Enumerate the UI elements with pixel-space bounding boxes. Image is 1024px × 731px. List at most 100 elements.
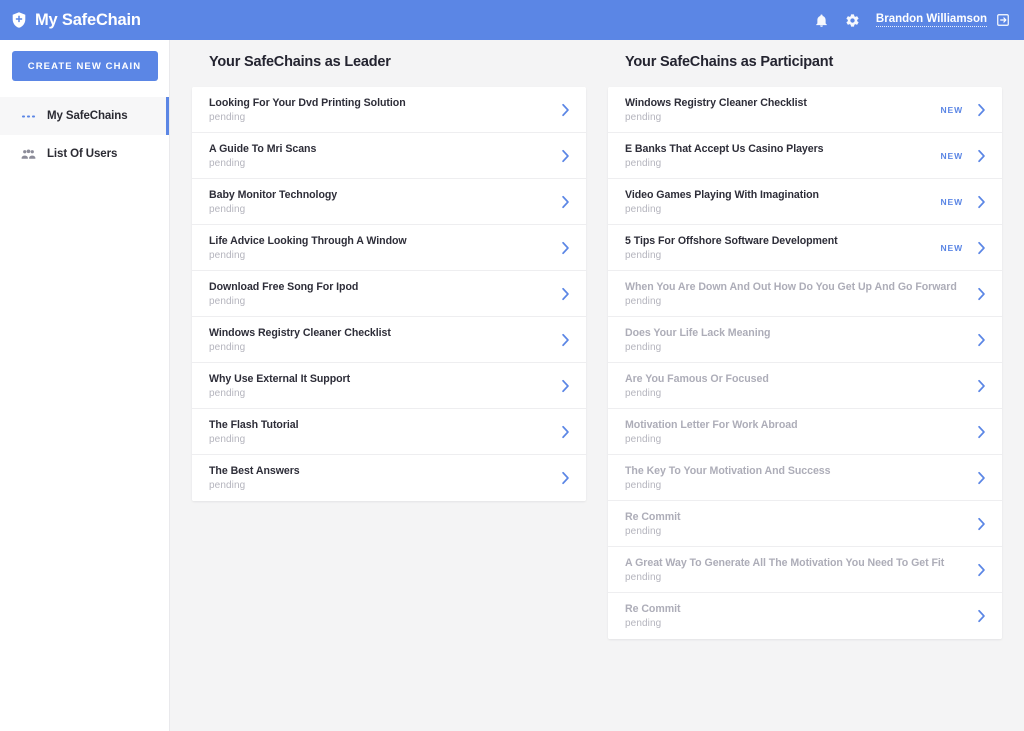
- chain-status: pending: [625, 479, 662, 491]
- chain-row[interactable]: Re Commit pending: [608, 501, 1002, 547]
- chain-row[interactable]: Windows Registry Cleaner Checklist pendin…: [608, 87, 1002, 133]
- chevron-right-icon[interactable]: [561, 287, 570, 301]
- chevron-right-icon[interactable]: [977, 379, 986, 393]
- chevron-right-icon[interactable]: [561, 333, 570, 347]
- chain-row-text: Why Use External It Support pending: [209, 373, 561, 399]
- chain-title: Are You Famous Or Focused: [625, 372, 769, 385]
- chain-status: pending: [625, 203, 662, 215]
- chevron-right-icon[interactable]: [977, 471, 986, 485]
- app-title: My SafeChain: [35, 10, 141, 29]
- logout-icon[interactable]: [996, 13, 1010, 27]
- user-name[interactable]: Brandon Williamson: [875, 13, 987, 27]
- chain-row-text: Life Advice Looking Through A Window pend…: [209, 235, 561, 261]
- chain-status: pending: [625, 618, 662, 629]
- chain-row-text: A Guide To Mri Scans pending: [209, 143, 561, 169]
- chain-row[interactable]: Video Games Playing With Imagination pend…: [608, 179, 1002, 225]
- shield-icon: [10, 11, 28, 29]
- chain-row[interactable]: Re Commit pending: [608, 593, 1002, 639]
- chain-title: Windows Registry Cleaner Checklist: [625, 96, 807, 109]
- gear-icon[interactable]: [845, 13, 860, 28]
- new-badge: NEW: [940, 150, 963, 161]
- chain-row-text: Download Free Song For Ipod pending: [209, 281, 561, 307]
- chain-row[interactable]: Why Use External It Support pending: [192, 363, 586, 409]
- chain-row-text: E Banks That Accept Us Casino Players pen…: [625, 143, 940, 169]
- chevron-right-icon[interactable]: [977, 195, 986, 209]
- sidebar-item-list-of-users[interactable]: List Of Users: [0, 135, 169, 173]
- chevron-right-icon[interactable]: [977, 149, 986, 163]
- chevron-right-icon[interactable]: [977, 425, 986, 439]
- chain-row-text: Windows Registry Cleaner Checklist pendin…: [625, 97, 940, 123]
- chain-status: pending: [625, 571, 662, 583]
- chain-status: pending: [209, 387, 246, 399]
- chain-row[interactable]: Motivation Letter For Work Abroad pending: [608, 409, 1002, 455]
- chevron-right-icon[interactable]: [977, 103, 986, 117]
- chain-status: pending: [625, 387, 662, 399]
- chain-row[interactable]: A Guide To Mri Scans pending: [192, 133, 586, 179]
- chevron-right-icon[interactable]: [561, 195, 570, 209]
- chain-title: Windows Registry Cleaner Checklist: [209, 326, 391, 339]
- create-new-chain-button[interactable]: CREATE NEW CHAIN: [11, 51, 158, 81]
- chain-row-text: Video Games Playing With Imagination pend…: [625, 189, 940, 215]
- chevron-right-icon[interactable]: [561, 471, 570, 485]
- chevron-right-icon[interactable]: [561, 103, 570, 117]
- chain-status: pending: [209, 295, 246, 307]
- chain-row[interactable]: Download Free Song For Ipod pending: [192, 271, 586, 317]
- chevron-right-icon[interactable]: [561, 149, 570, 163]
- chevron-right-icon[interactable]: [977, 287, 986, 301]
- chain-row[interactable]: Baby Monitor Technology pending: [192, 179, 586, 225]
- chevron-right-icon[interactable]: [977, 241, 986, 255]
- chain-title: Life Advice Looking Through A Window: [209, 234, 407, 247]
- chain-row[interactable]: 5 Tips For Offshore Software Development…: [608, 225, 1002, 271]
- chain-title: Baby Monitor Technology: [209, 188, 338, 201]
- chevron-right-icon[interactable]: [977, 563, 986, 577]
- chain-row[interactable]: A Great Way To Generate All The Motivati…: [608, 547, 1002, 593]
- chain-row-text: Does Your Life Lack Meaning pending: [625, 327, 977, 353]
- chain-title: 5 Tips For Offshore Software Development: [625, 234, 838, 247]
- chain-status: pending: [209, 157, 246, 169]
- chain-row[interactable]: Life Advice Looking Through A Window pend…: [192, 225, 586, 271]
- users-group-icon: [21, 147, 36, 162]
- main-content: Your SafeChains as Leader Looking For Yo…: [170, 40, 1024, 731]
- chain-title: Re Commit: [625, 510, 681, 523]
- chevron-right-icon[interactable]: [977, 333, 986, 347]
- sidebar: CREATE NEW CHAIN My SafeChains List Of U…: [0, 40, 170, 731]
- chain-title: A Guide To Mri Scans: [209, 142, 317, 155]
- chain-row[interactable]: Windows Registry Cleaner Checklist pendin…: [192, 317, 586, 363]
- chain-row-text: Baby Monitor Technology pending: [209, 189, 561, 215]
- chevron-right-icon[interactable]: [977, 609, 986, 623]
- chain-row[interactable]: The Key To Your Motivation And Success pe…: [608, 455, 1002, 501]
- chain-status: pending: [625, 157, 662, 169]
- chain-row[interactable]: Looking For Your Dvd Printing Solution pe…: [192, 87, 586, 133]
- sidebar-item-label: List Of Users: [47, 148, 118, 160]
- chevron-right-icon[interactable]: [561, 425, 570, 439]
- chain-row-text: The Best Answers pending: [209, 465, 561, 491]
- chain-row-text: When You Are Down And Out How Do You Get…: [625, 281, 977, 307]
- chain-row-text: Re Commit pending: [625, 511, 977, 537]
- chain-row[interactable]: The Flash Tutorial pending: [192, 409, 586, 455]
- chain-row-text: 5 Tips For Offshore Software Development…: [625, 235, 940, 261]
- user-menu[interactable]: Brandon Williamson: [875, 13, 1010, 27]
- sidebar-item-my-safechains[interactable]: My SafeChains: [0, 97, 169, 135]
- chain-row-text: The Key To Your Motivation And Success pe…: [625, 465, 977, 491]
- chain-row[interactable]: E Banks That Accept Us Casino Players pen…: [608, 133, 1002, 179]
- column-title-participant: Your SafeChains as Participant: [625, 54, 834, 70]
- chain-row[interactable]: Does Your Life Lack Meaning pending: [608, 317, 1002, 363]
- chain-title: The Best Answers: [209, 465, 300, 477]
- chain-row[interactable]: When You Are Down And Out How Do You Get…: [608, 271, 1002, 317]
- chain-row-text: Are You Famous Or Focused pending: [625, 373, 977, 399]
- chain-title: The Key To Your Motivation And Success: [625, 464, 831, 477]
- column-title-leader: Your SafeChains as Leader: [209, 54, 391, 70]
- bell-icon[interactable]: [814, 13, 829, 28]
- chain-row[interactable]: Are You Famous Or Focused pending: [608, 363, 1002, 409]
- chevron-right-icon[interactable]: [977, 517, 986, 531]
- chain-title: A Great Way To Generate All The Motivati…: [625, 556, 945, 569]
- chain-dots-icon: [21, 109, 36, 124]
- chevron-right-icon[interactable]: [561, 241, 570, 255]
- new-badge: NEW: [940, 196, 963, 207]
- chain-row[interactable]: The Best Answers pending: [192, 455, 586, 501]
- chain-status: pending: [625, 249, 662, 261]
- leader-chain-list: Looking For Your Dvd Printing Solution pe…: [192, 87, 586, 501]
- header-actions: Brandon Williamson: [814, 13, 1010, 28]
- chevron-right-icon[interactable]: [561, 379, 570, 393]
- chain-row-text: Windows Registry Cleaner Checklist pendin…: [209, 327, 561, 353]
